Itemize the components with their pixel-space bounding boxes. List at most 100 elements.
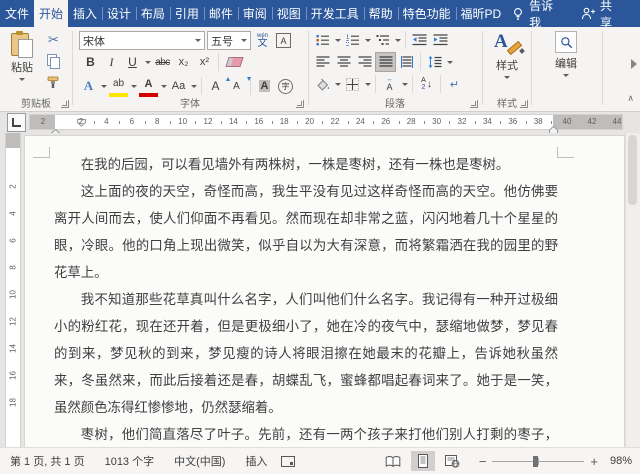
- styles-button[interactable]: A 样式: [487, 31, 527, 79]
- shading-button[interactable]: [313, 75, 332, 93]
- chevron-down-icon[interactable]: [335, 82, 341, 86]
- chevron-down-icon[interactable]: [402, 82, 408, 86]
- tell-me-button[interactable]: 告诉我: [506, 0, 571, 31]
- tab-layout[interactable]: 布局: [135, 0, 170, 27]
- phonetic-guide-button[interactable]: wén 文: [253, 32, 272, 50]
- editing-button[interactable]: 编辑: [546, 31, 586, 77]
- tab-insert[interactable]: 插入: [68, 0, 102, 27]
- paragraph[interactable]: 我不知道那些花草真叫什么名字，人们叫他们什么名字。我记得有一种开过极细小的粉红花…: [54, 286, 558, 421]
- chevron-down-icon[interactable]: [447, 60, 453, 64]
- decrease-indent-button[interactable]: [410, 31, 429, 49]
- clear-formatting-button[interactable]: [223, 53, 244, 71]
- tab-help[interactable]: 帮助: [363, 0, 398, 27]
- font-color-button[interactable]: A: [139, 75, 158, 97]
- asian-layout-button[interactable]: ↔ A: [380, 75, 399, 93]
- character-shading-button[interactable]: A: [255, 77, 274, 95]
- chevron-down-icon[interactable]: [161, 84, 167, 88]
- chevron-down-icon[interactable]: [101, 84, 107, 88]
- font-size-combobox[interactable]: 五号: [207, 31, 251, 50]
- scrollbar-thumb[interactable]: [628, 135, 637, 205]
- chevron-down-icon[interactable]: [365, 82, 371, 86]
- tab-home[interactable]: 开始: [33, 0, 68, 27]
- paste-button[interactable]: 粘贴: [2, 31, 42, 81]
- enclose-characters-button[interactable]: 字: [276, 77, 295, 95]
- justify-button[interactable]: [375, 52, 396, 72]
- zoom-slider[interactable]: [492, 455, 585, 467]
- bold-button[interactable]: B: [81, 53, 100, 71]
- character-border-button[interactable]: A: [274, 32, 293, 50]
- align-right-button[interactable]: [355, 53, 374, 71]
- chevron-down-icon[interactable]: [145, 60, 151, 64]
- zoom-percentage[interactable]: 98%: [604, 455, 632, 467]
- increase-indent-button[interactable]: [431, 31, 450, 49]
- bullets-button[interactable]: [313, 31, 332, 49]
- status-language[interactable]: 中文(中国): [164, 453, 235, 469]
- chevron-down-icon[interactable]: [131, 84, 137, 88]
- underline-button[interactable]: U: [123, 53, 142, 71]
- collapse-ribbon-button[interactable]: ∧: [627, 93, 634, 104]
- borders-button[interactable]: [343, 75, 362, 93]
- chevron-down-icon[interactable]: [191, 84, 197, 88]
- align-center-button[interactable]: [334, 53, 353, 71]
- font-name-combobox[interactable]: 宋体: [79, 31, 205, 50]
- italic-button[interactable]: I: [102, 53, 121, 71]
- format-painter-button[interactable]: [44, 73, 63, 91]
- macro-record-icon[interactable]: [281, 455, 296, 467]
- status-insert-mode[interactable]: 插入: [235, 453, 277, 469]
- read-mode-button[interactable]: [381, 451, 405, 471]
- distributed-button[interactable]: [397, 53, 416, 71]
- copy-button[interactable]: [44, 52, 63, 70]
- grow-font-button[interactable]: A: [206, 77, 230, 95]
- shrink-font-button[interactable]: A: [227, 77, 251, 95]
- align-left-button[interactable]: [313, 53, 332, 71]
- vertical-ruler[interactable]: 2 4 6 8 10 12 14 16 18: [5, 133, 21, 448]
- superscript-button[interactable]: x²: [195, 53, 214, 71]
- multilevel-list-button[interactable]: [373, 31, 392, 49]
- tab-mailings[interactable]: 邮件: [203, 0, 238, 27]
- font-dialog-launcher[interactable]: [296, 100, 304, 108]
- numbering-button[interactable]: [343, 31, 362, 49]
- sort-button[interactable]: A 2 ↓: [417, 75, 436, 93]
- line-spacing-button[interactable]: [425, 53, 444, 71]
- styles-dialog-launcher[interactable]: [520, 100, 528, 108]
- highlight-color-button[interactable]: ab: [109, 75, 128, 97]
- tab-foxit[interactable]: 福昕PD: [455, 0, 507, 27]
- ribbon-scroll-right-button[interactable]: [631, 59, 637, 69]
- document-page[interactable]: 在我的后园，可以看见墙外有两株树，一株是枣树，还有一株也是枣树。 这上面的夜的天空…: [24, 135, 625, 448]
- paragraph[interactable]: 枣树，他们简直落尽了叶子。先前，还有一两个孩子来打他们别人打剩的枣子，现在是一个…: [54, 421, 558, 448]
- horizontal-ruler[interactable]: 2 2 4 6 8 10 12 14 16 18 20 22 24 26 28 30 32 34 36 38 40 42 4…: [29, 114, 623, 141]
- vertical-scrollbar[interactable]: [625, 133, 640, 448]
- web-layout-button[interactable]: [441, 451, 465, 471]
- tab-references[interactable]: 引用: [169, 0, 204, 27]
- tab-file[interactable]: 文件: [0, 0, 34, 27]
- zoom-slider-thumb[interactable]: [533, 455, 539, 467]
- paragraph-dialog-launcher[interactable]: [470, 100, 478, 108]
- print-layout-button[interactable]: [410, 451, 435, 471]
- share-button[interactable]: 共享: [575, 0, 630, 31]
- tab-stop-selector[interactable]: [7, 113, 26, 132]
- ruler-number: 40: [562, 117, 572, 126]
- strikethrough-button[interactable]: abc: [153, 53, 172, 71]
- paragraph[interactable]: 在我的后园，可以看见墙外有两株树，一株是枣树，还有一株也是枣树。: [54, 151, 558, 178]
- tab-view[interactable]: 视图: [271, 0, 306, 27]
- tab-special[interactable]: 特色功能: [397, 0, 456, 27]
- status-page-info[interactable]: 第 1 页, 共 1 页: [0, 453, 95, 469]
- chevron-down-icon[interactable]: [395, 38, 401, 42]
- zoom-out-button[interactable]: −: [479, 455, 487, 468]
- zoom-in-button[interactable]: +: [590, 455, 598, 468]
- document-text[interactable]: 在我的后园，可以看见墙外有两株树，一株是枣树，还有一株也是枣树。 这上面的夜的天空…: [54, 151, 558, 448]
- show-hide-marks-button[interactable]: ↵: [445, 75, 464, 93]
- tab-review[interactable]: 审阅: [237, 0, 272, 27]
- text-effects-button[interactable]: A: [79, 77, 98, 95]
- tab-developer[interactable]: 开发工具: [305, 0, 364, 27]
- chevron-down-icon[interactable]: [335, 38, 341, 42]
- paragraph[interactable]: 这上面的夜的天空，奇怪而高，我生平没有见过这样奇怪而高的天空。他仿佛要离开人间而…: [54, 178, 558, 286]
- chevron-down-icon[interactable]: [365, 38, 371, 42]
- status-word-count[interactable]: 1013 个字: [95, 453, 165, 469]
- change-case-button[interactable]: Aa: [169, 77, 188, 95]
- clipboard-dialog-launcher[interactable]: [61, 100, 69, 108]
- subscript-button[interactable]: x₂: [174, 53, 193, 71]
- cut-button[interactable]: ✂: [44, 31, 63, 49]
- tab-design[interactable]: 设计: [101, 0, 136, 27]
- ruler-number: 24: [355, 117, 365, 126]
